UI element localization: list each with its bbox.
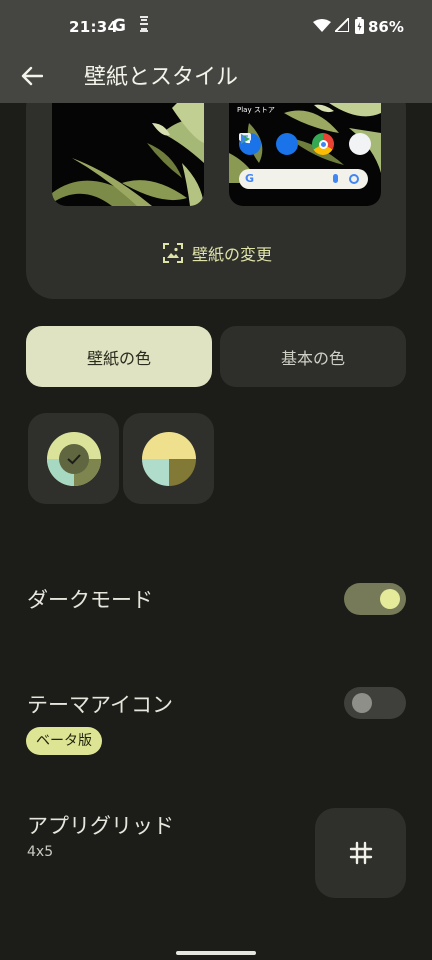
app-grid-label: アプリグリッド <box>27 814 174 838</box>
toggle-knob <box>380 589 400 609</box>
lock-screen-preview[interactable] <box>52 103 204 206</box>
dark-mode-label: ダークモード <box>27 588 153 612</box>
home-screen-preview[interactable]: Play ストア G <box>229 103 381 206</box>
app-grid-value: 4x5 <box>27 844 54 860</box>
app-grid-button[interactable] <box>315 808 406 898</box>
color-swatch-1[interactable] <box>28 413 119 504</box>
tab-basic-colors-label: 基本の色 <box>280 348 345 368</box>
back-button[interactable] <box>14 58 50 94</box>
themed-icons-label: テーマアイコン <box>27 693 173 717</box>
arrow-back-icon <box>21 66 43 86</box>
image-frame-icon <box>163 243 183 263</box>
wallpaper-leaves-image <box>52 103 204 206</box>
toggle-knob <box>352 693 372 713</box>
status-bar: 21:34 G 86% <box>0 0 432 50</box>
app-bar: 壁紙とスタイル <box>0 50 432 103</box>
google-notification-icon: G <box>112 16 126 36</box>
dark-mode-toggle[interactable] <box>344 583 406 615</box>
color-swatch-1-palette <box>46 431 101 486</box>
battery-icon <box>355 17 364 34</box>
tab-basic-colors[interactable]: 基本の色 <box>220 326 406 387</box>
preview-card: Play ストア G 壁紙の変更 <box>26 80 406 299</box>
play-store-label: Play ストア <box>237 106 275 114</box>
play-store-app-icon <box>241 133 371 155</box>
wifi-icon <box>313 19 331 32</box>
beta-badge: ベータ版 <box>26 727 102 755</box>
sim-notification-icon <box>140 16 148 32</box>
status-time: 21:34 <box>69 18 119 36</box>
app-icon-row <box>239 133 371 155</box>
messages-app-icon <box>239 133 298 155</box>
mic-icon <box>333 174 338 183</box>
tab-wallpaper-colors-label: 壁紙の色 <box>86 348 151 368</box>
change-wallpaper-button[interactable]: 壁紙の変更 <box>162 240 272 266</box>
chrome-app-icon <box>312 133 335 155</box>
grid-hash-icon <box>349 841 372 865</box>
google-g-logo: G <box>245 172 255 185</box>
google-search-bar: G <box>239 169 368 189</box>
color-swatch-2-palette <box>141 431 196 486</box>
battery-percent: 86% <box>368 18 404 36</box>
lens-icon <box>349 174 359 184</box>
change-wallpaper-label: 壁紙の変更 <box>192 245 273 264</box>
gesture-nav-handle[interactable] <box>176 951 256 955</box>
cell-signal-icon <box>335 18 349 32</box>
tab-wallpaper-colors[interactable]: 壁紙の色 <box>26 326 212 387</box>
color-swatch-2[interactable] <box>123 413 214 504</box>
page-title: 壁紙とスタイル <box>84 65 239 90</box>
themed-icons-toggle[interactable] <box>344 687 406 719</box>
